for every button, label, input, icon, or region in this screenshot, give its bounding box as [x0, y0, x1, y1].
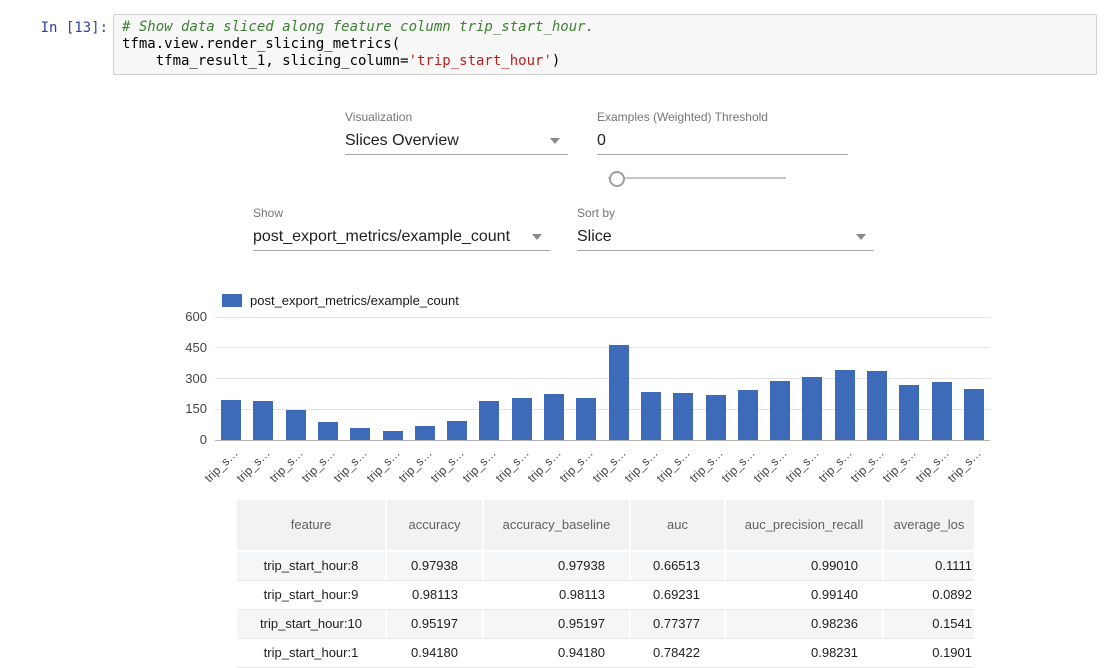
- show-metric-dropdown[interactable]: Show post_export_metrics/example_count: [253, 206, 550, 251]
- bar[interactable]: [673, 393, 693, 440]
- visualization-dropdown[interactable]: Visualization Slices Overview: [345, 110, 568, 155]
- bar[interactable]: [867, 371, 887, 440]
- y-axis-tick-label: 150: [163, 401, 207, 416]
- table-row[interactable]: trip_start_hour:90.981130.981130.692310.…: [237, 581, 974, 610]
- bar[interactable]: [835, 370, 855, 440]
- metric-cell: 0.66513: [631, 552, 726, 580]
- notebook-page: In [13]: # Show data sliced along featur…: [0, 0, 1111, 668]
- metric-cell: 0.1111: [884, 552, 974, 580]
- visualization-label: Visualization: [345, 110, 568, 124]
- threshold-slider[interactable]: [608, 170, 786, 186]
- metric-cell: 0.98231: [726, 639, 884, 667]
- bar[interactable]: [932, 382, 952, 440]
- y-axis-tick-label: 300: [163, 371, 207, 386]
- chevron-down-icon[interactable]: [550, 138, 560, 144]
- metric-cell: 0.95197: [484, 610, 631, 638]
- bar[interactable]: [770, 381, 790, 440]
- metric-cell: 0.98113: [387, 581, 484, 609]
- metric-cell: 0.94180: [387, 639, 484, 667]
- legend-swatch: [222, 294, 242, 307]
- slider-track: [608, 177, 786, 179]
- metrics-table: featureaccuracyaccuracy_baselineaucauc_p…: [237, 500, 974, 668]
- table-header-cell[interactable]: auc: [631, 500, 726, 550]
- metric-cell: 0.99010: [726, 552, 884, 580]
- sort-by-label: Sort by: [577, 206, 874, 220]
- metric-cell: 0.0892: [884, 581, 974, 609]
- feature-cell: trip_start_hour:9: [237, 581, 387, 609]
- y-axis-tick-label: 0: [163, 432, 207, 447]
- bar[interactable]: [609, 345, 629, 440]
- metric-cell: 0.69231: [631, 581, 726, 609]
- table-header-row: featureaccuracyaccuracy_baselineaucauc_p…: [237, 500, 974, 550]
- bar[interactable]: [576, 398, 596, 440]
- metric-cell: 0.77377: [631, 610, 726, 638]
- metric-cell: 0.1541: [884, 610, 974, 638]
- table-row[interactable]: trip_start_hour:80.979380.979380.665130.…: [237, 552, 974, 581]
- metric-cell: 0.97938: [484, 552, 631, 580]
- metric-cell: 0.98236: [726, 610, 884, 638]
- bar[interactable]: [802, 377, 822, 440]
- table-header-cell[interactable]: auc_precision_recall: [726, 500, 884, 550]
- table-header-cell[interactable]: feature: [237, 500, 387, 550]
- metric-cell: 0.95197: [387, 610, 484, 638]
- bar[interactable]: [383, 431, 403, 440]
- y-axis-tick-label: 450: [163, 340, 207, 355]
- metric-cell: 0.99140: [726, 581, 884, 609]
- threshold-input[interactable]: [597, 132, 848, 150]
- bar[interactable]: [415, 426, 435, 440]
- threshold-label: Examples (Weighted) Threshold: [597, 110, 848, 124]
- table-header-cell[interactable]: average_los: [884, 500, 974, 550]
- bar[interactable]: [479, 401, 499, 440]
- sort-by-value: Slice: [577, 228, 612, 246]
- code-comment: # Show data sliced along feature column …: [122, 19, 594, 35]
- bar-chart: 0150300450600trip_s…trip_s…trip_s…trip_s…: [215, 317, 990, 440]
- bar[interactable]: [964, 389, 984, 440]
- bar[interactable]: [253, 401, 273, 440]
- chevron-down-icon[interactable]: [856, 234, 866, 240]
- feature-cell: trip_start_hour:8: [237, 552, 387, 580]
- bar[interactable]: [286, 410, 306, 440]
- code-editor[interactable]: # Show data sliced along feature column …: [113, 14, 1097, 75]
- y-axis-tick-label: 600: [163, 309, 207, 324]
- table-row[interactable]: trip_start_hour:100.951970.951970.773770…: [237, 610, 974, 639]
- feature-cell: trip_start_hour:10: [237, 610, 387, 638]
- table-body: trip_start_hour:80.979380.979380.665130.…: [237, 552, 974, 668]
- code-line2: tfma.view.render_slicing_metrics(: [122, 36, 400, 52]
- table-header-cell[interactable]: accuracy_baseline: [484, 500, 631, 550]
- metric-cell: 0.1901: [884, 639, 974, 667]
- gridline: [215, 317, 990, 318]
- bar[interactable]: [512, 398, 532, 440]
- bar[interactable]: [221, 400, 241, 440]
- bar[interactable]: [350, 428, 370, 440]
- metric-cell: 0.97938: [387, 552, 484, 580]
- legend-label: post_export_metrics/example_count: [250, 293, 459, 308]
- feature-cell: trip_start_hour:1: [237, 639, 387, 667]
- bar[interactable]: [318, 422, 338, 440]
- visualization-value: Slices Overview: [345, 132, 459, 150]
- gridline: [215, 347, 990, 348]
- metric-cell: 0.78422: [631, 639, 726, 667]
- code-line3-close: ): [552, 53, 560, 69]
- threshold-field: Examples (Weighted) Threshold: [597, 110, 848, 155]
- table-header-cell[interactable]: accuracy: [387, 500, 484, 550]
- cell-prompt: In [13]:: [20, 20, 108, 36]
- show-label: Show: [253, 206, 550, 220]
- bar[interactable]: [738, 390, 758, 440]
- table-row[interactable]: trip_start_hour:10.941800.941800.784220.…: [237, 639, 974, 668]
- bar[interactable]: [706, 395, 726, 440]
- code-line3: tfma_result_1, slicing_column=: [122, 53, 409, 69]
- chevron-down-icon[interactable]: [532, 234, 542, 240]
- metric-cell: 0.94180: [484, 639, 631, 667]
- metric-cell: 0.98113: [484, 581, 631, 609]
- bar[interactable]: [641, 392, 661, 440]
- bar[interactable]: [447, 421, 467, 440]
- slider-knob[interactable]: [609, 171, 625, 187]
- bar[interactable]: [544, 394, 564, 440]
- code-string: 'trip_start_hour': [409, 53, 552, 69]
- bar[interactable]: [899, 385, 919, 440]
- show-value: post_export_metrics/example_count: [253, 228, 510, 246]
- sort-by-dropdown[interactable]: Sort by Slice: [577, 206, 874, 251]
